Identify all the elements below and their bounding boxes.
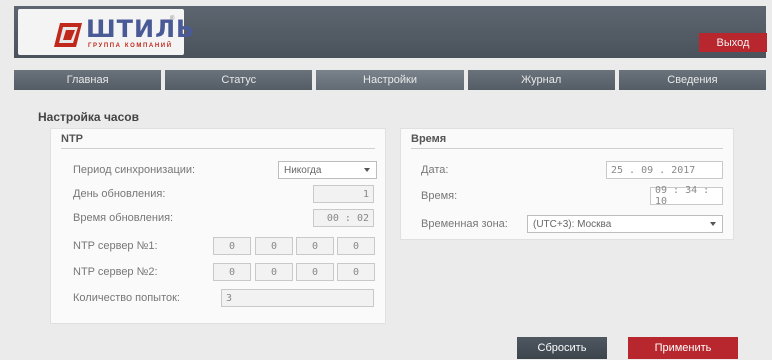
ntp-server-1-octet-2[interactable]: 0 xyxy=(255,237,293,255)
company-logo: ШТИЛЬ ® ГРУППА КОМПАНИЙ xyxy=(18,9,194,55)
update-day-field[interactable]: 1 xyxy=(313,185,374,203)
date-field[interactable]: 25 . 09 . 2017 xyxy=(606,161,723,179)
sync-period-select[interactable]: Никогда xyxy=(278,161,377,179)
time-panel: Время Дата: 25 . 09 . 2017 Время: 09 : 3… xyxy=(400,128,734,240)
ntp-server-2-label: NTP сервер №2: xyxy=(73,266,158,278)
header-bar: ШТИЛЬ ® ГРУППА КОМПАНИЙ Выход xyxy=(14,6,767,58)
logo-name: ШТИЛЬ xyxy=(86,15,196,43)
chevron-down-icon xyxy=(364,168,370,172)
ntp-server-2-octet-1[interactable]: 0 xyxy=(213,263,251,281)
ntp-server-2-octet-3[interactable]: 0 xyxy=(296,263,334,281)
ntp-server-2-octet-2[interactable]: 0 xyxy=(255,263,293,281)
update-time-label: Время обновления: xyxy=(73,212,174,224)
chevron-down-icon xyxy=(710,222,716,226)
time-panel-title: Время xyxy=(411,133,723,149)
attempts-field[interactable]: 3 xyxy=(221,289,374,307)
tab-info[interactable]: Сведения xyxy=(618,70,767,90)
main-nav: Главная Статус Настройки Журнал Сведения xyxy=(14,70,767,90)
ntp-server-1-octet-4[interactable]: 0 xyxy=(337,237,375,255)
logo-mark-icon xyxy=(54,23,82,47)
timezone-value: (UTC+3): Москва xyxy=(533,218,612,230)
tab-main[interactable]: Главная xyxy=(14,70,162,90)
timezone-label: Временная зона: xyxy=(421,218,508,230)
tab-settings[interactable]: Настройки xyxy=(316,70,464,90)
attempts-label: Количество попыток: xyxy=(73,292,180,304)
time-field[interactable]: 09 : 34 : 10 xyxy=(650,185,723,207)
ntp-server-1-octet-1[interactable]: 0 xyxy=(213,237,251,255)
ntp-server-2-octet-4[interactable]: 0 xyxy=(337,263,375,281)
exit-button[interactable]: Выход xyxy=(699,33,767,52)
tab-status[interactable]: Статус xyxy=(165,70,313,90)
ntp-panel: NTP Период синхронизации: Никогда День о… xyxy=(50,128,386,324)
date-label: Дата: xyxy=(421,164,449,176)
sync-period-value: Никогда xyxy=(284,164,322,176)
time-label: Время: xyxy=(421,190,458,202)
logo-subtitle: ГРУППА КОМПАНИЙ xyxy=(88,43,173,49)
update-time-field[interactable]: 00 : 02 xyxy=(313,209,374,227)
tab-journal[interactable]: Журнал xyxy=(467,70,615,90)
ntp-panel-title: NTP xyxy=(61,133,375,149)
logo-registered-mark: ® xyxy=(170,16,175,22)
timezone-select[interactable]: (UTC+3): Москва xyxy=(527,215,723,233)
apply-button[interactable]: Применить xyxy=(628,337,738,359)
update-day-label: День обновления: xyxy=(73,188,166,200)
ntp-server-1-octet-3[interactable]: 0 xyxy=(296,237,334,255)
ntp-server-1-label: NTP сервер №1: xyxy=(73,240,158,252)
sync-period-label: Период синхронизации: xyxy=(73,164,196,176)
page-title: Настройка часов xyxy=(38,110,139,124)
reset-button[interactable]: Сбросить xyxy=(517,337,607,359)
